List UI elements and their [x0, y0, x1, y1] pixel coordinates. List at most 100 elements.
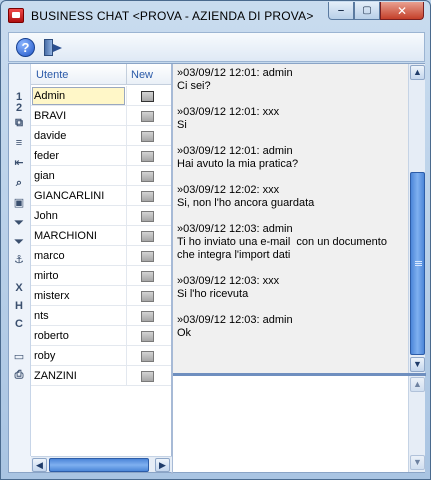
message-input[interactable]	[173, 376, 408, 472]
export-x-icon[interactable]: X	[12, 282, 26, 294]
new-message-checkbox[interactable]	[141, 111, 154, 122]
message-header: »03/09/12 12:02: xxx	[177, 184, 280, 196]
grip-line	[415, 263, 422, 264]
new-message-checkbox[interactable]	[141, 311, 154, 322]
scroll-left-button[interactable]: ◀	[32, 458, 47, 472]
chat-message: »03/09/12 12:03: admin Ok	[177, 314, 407, 340]
new-message-checkbox[interactable]	[141, 271, 154, 282]
message-body: Hai avuto la mia pratica?	[177, 158, 299, 170]
export-h-icon[interactable]: H	[12, 300, 26, 312]
table-row[interactable]: GIANCARLINI	[31, 186, 172, 206]
chat-message: »03/09/12 12:02: xxx Si, non l'ho ancora …	[177, 184, 407, 210]
export-c-icon[interactable]: C	[12, 318, 26, 330]
message-body: Si, non l'ho ancora guardata	[177, 197, 315, 209]
exit-arrow	[53, 44, 62, 52]
cell-separator	[126, 366, 127, 386]
table-row[interactable]: misterx	[31, 286, 172, 306]
page-2-icon[interactable]: 2	[12, 102, 26, 114]
scroll-right-button[interactable]: ▶	[155, 458, 170, 472]
print-icon[interactable]: ⎙	[12, 369, 26, 381]
user-name: MARCHIONI	[34, 230, 97, 242]
chat-message: »03/09/12 12:01: xxx Si	[177, 106, 407, 132]
copy-icon[interactable]: ⧉	[12, 117, 26, 129]
table-row[interactable]: nts	[31, 306, 172, 326]
cell-separator	[126, 206, 127, 226]
table-row[interactable]: davide	[31, 126, 172, 146]
hscroll-thumb[interactable]	[49, 458, 149, 472]
side-filler	[9, 456, 31, 472]
filter-icon[interactable]: ⏷	[12, 217, 26, 229]
window-controls: ‒ ▢ ✕	[328, 2, 424, 22]
scroll-down-button[interactable]: ▼	[410, 357, 425, 372]
scroll-thumb[interactable]	[410, 172, 425, 355]
grip-line	[415, 265, 422, 266]
user-name: davide	[34, 130, 67, 142]
new-message-checkbox[interactable]	[141, 151, 154, 162]
new-message-checkbox[interactable]	[141, 331, 154, 342]
new-message-checkbox[interactable]	[141, 371, 154, 382]
new-message-checkbox[interactable]	[141, 351, 154, 362]
cell-separator	[126, 266, 127, 286]
table-row[interactable]: MARCHIONI	[31, 226, 172, 246]
anchor-icon[interactable]: ⚓	[12, 254, 26, 266]
window-title: BUSINESS CHAT <PROVA - AZIENDA DI PROVA>	[31, 9, 314, 23]
table-row[interactable]: Admin	[31, 86, 172, 106]
table-row[interactable]: roby	[31, 346, 172, 366]
input-scrollbar[interactable]: ▲ ▼	[408, 376, 425, 472]
search-icon[interactable]: ⌕	[12, 177, 26, 189]
table-row[interactable]: BRAVI	[31, 106, 172, 126]
table-row[interactable]: John	[31, 206, 172, 226]
close-button[interactable]: ✕	[380, 2, 424, 20]
chat-message: »03/09/12 12:03: xxx Si l'ho ricevuta	[177, 275, 407, 301]
import-icon[interactable]: ⇤	[12, 157, 26, 169]
chat-message: »03/09/12 12:03: admin Ti ho inviato una …	[177, 223, 407, 262]
new-message-checkbox[interactable]	[141, 131, 154, 142]
card-icon[interactable]: ▣	[12, 197, 26, 209]
column-header-new[interactable]: New	[131, 69, 153, 81]
list-icon[interactable]: ≡	[12, 137, 26, 149]
cell-separator	[126, 166, 127, 186]
minimize-button[interactable]: ‒	[328, 2, 354, 20]
user-name: gian	[34, 170, 55, 182]
toolbar: ?	[8, 32, 425, 62]
chat-window: BUSINESS CHAT <PROVA - AZIENDA DI PROVA>…	[0, 0, 431, 480]
user-name: ZANZINI	[34, 370, 77, 382]
new-message-checkbox[interactable]	[141, 191, 154, 202]
table-row[interactable]: gian	[31, 166, 172, 186]
column-header-user[interactable]: Utente	[36, 69, 68, 81]
monitor-icon[interactable]: ▭	[12, 351, 26, 363]
message-header: »03/09/12 12:01: admin	[177, 67, 293, 79]
maximize-button[interactable]: ▢	[354, 2, 380, 20]
message-body: Ok	[177, 327, 192, 339]
table-row[interactable]: ZANZINI	[31, 366, 172, 386]
table-row[interactable]: mirto	[31, 266, 172, 286]
table-row[interactable]: feder	[31, 146, 172, 166]
scroll-up-button[interactable]: ▲	[410, 65, 425, 80]
help-icon[interactable]: ?	[16, 38, 35, 57]
side-toolbar: 1 2 ⧉ ≡ ⇤ ⌕ ▣ ⏷ ⏷ ⚓ X H C ▭ ⎙	[9, 64, 31, 456]
new-message-checkbox[interactable]	[141, 91, 154, 102]
new-message-checkbox[interactable]	[141, 211, 154, 222]
grip-line	[415, 261, 422, 262]
cell-separator	[126, 286, 127, 306]
filter-clear-icon[interactable]: ⏷	[12, 236, 26, 248]
grid-hscrollbar[interactable]: ◀ ▶	[31, 456, 172, 472]
user-name: marco	[34, 250, 65, 262]
table-row[interactable]: roberto	[31, 326, 172, 346]
title-bar[interactable]: BUSINESS CHAT <PROVA - AZIENDA DI PROVA>…	[1, 1, 430, 31]
input-scroll-up-button[interactable]: ▲	[410, 377, 425, 392]
new-message-checkbox[interactable]	[141, 251, 154, 262]
cell-separator	[126, 246, 127, 266]
chat-scrollbar[interactable]: ▲ ▼	[408, 64, 425, 373]
new-message-checkbox[interactable]	[141, 291, 154, 302]
message-body: Ci sei?	[177, 80, 211, 92]
exit-door-icon[interactable]	[42, 38, 64, 58]
user-name: GIANCARLINI	[34, 190, 105, 202]
cell-separator	[126, 326, 127, 346]
user-name: Admin	[34, 90, 66, 102]
user-name: mirto	[34, 270, 59, 282]
new-message-checkbox[interactable]	[141, 231, 154, 242]
new-message-checkbox[interactable]	[141, 171, 154, 182]
table-row[interactable]: marco	[31, 246, 172, 266]
input-scroll-down-button[interactable]: ▼	[410, 455, 425, 470]
